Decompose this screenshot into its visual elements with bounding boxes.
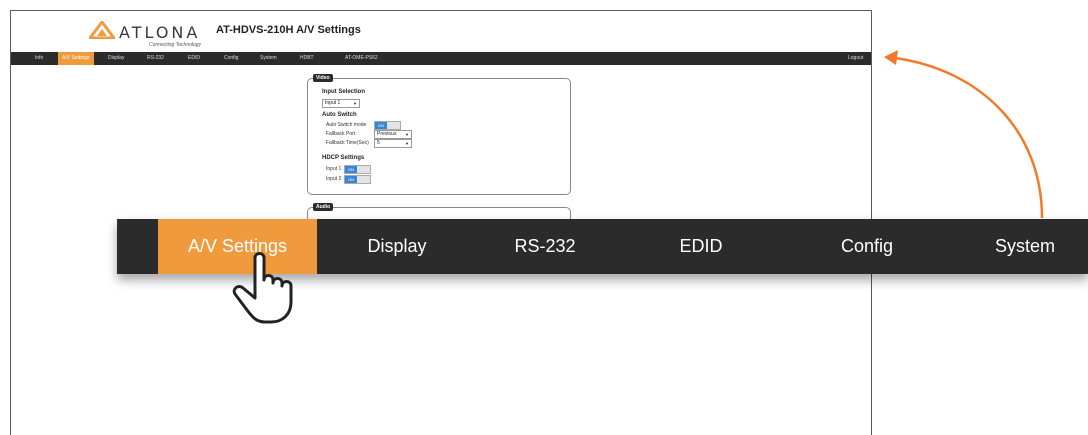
orange-arrow-icon xyxy=(884,50,1044,219)
hand-cursor-icon xyxy=(232,252,293,324)
